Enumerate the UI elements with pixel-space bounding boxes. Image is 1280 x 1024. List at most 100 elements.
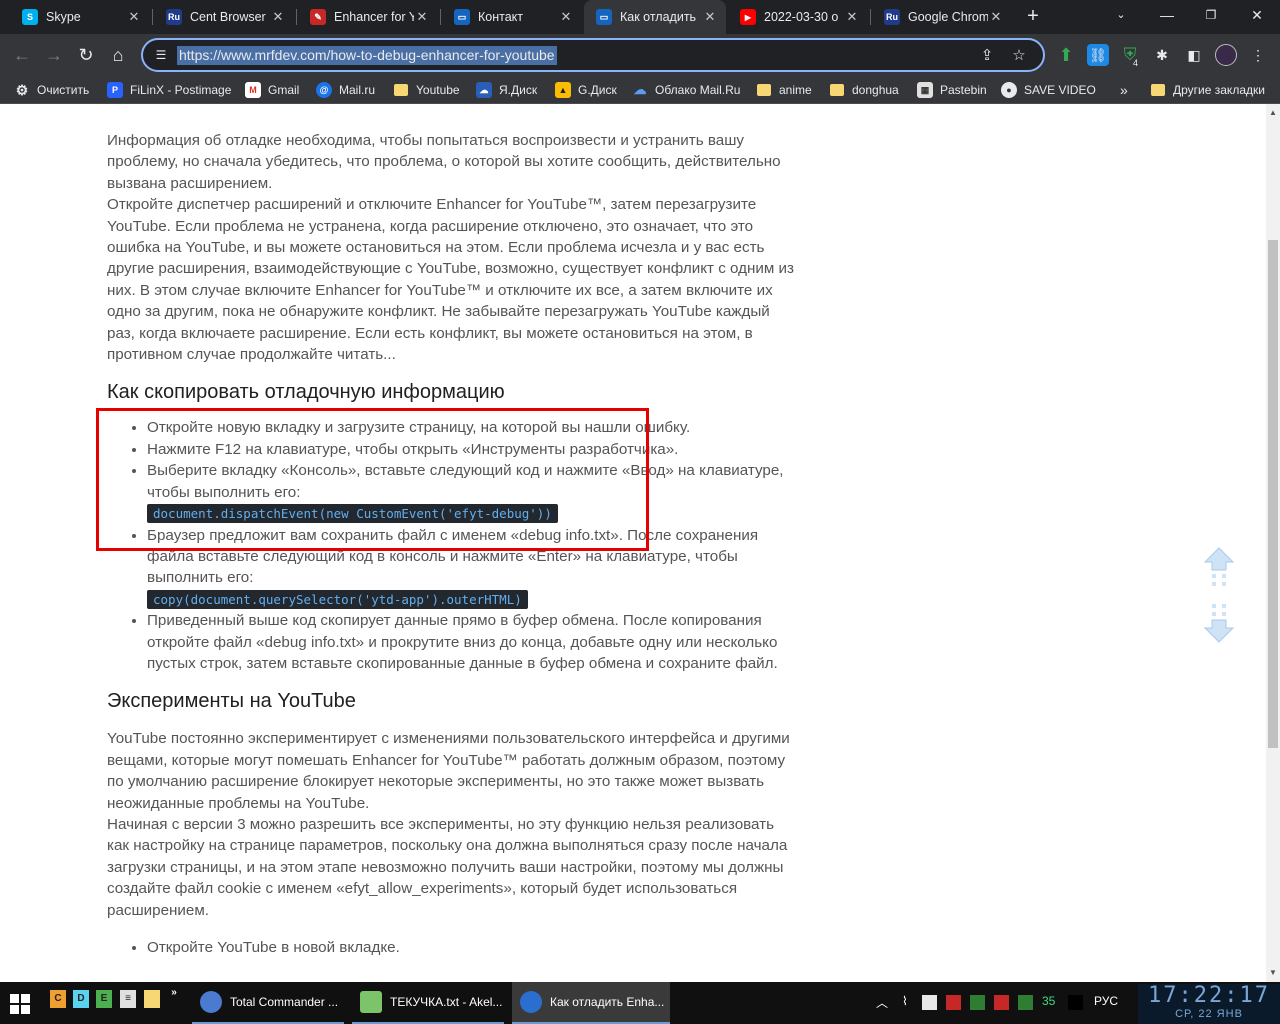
scroll-up-arrow-icon[interactable]: ▲ [1266,106,1280,120]
quick-launch-more-icon[interactable]: » [166,984,182,1002]
bookmark-donghua[interactable]: donghua [830,76,899,104]
bookmark-pastebin[interactable]: ▦ Pastebin [917,76,987,104]
paperclip-icon[interactable]: ⌇ [902,994,908,1008]
youtube-icon: ▶ [740,9,756,25]
language-indicator[interactable]: РУС [1094,994,1118,1008]
taskbar: C D E ≡ » Total Commander ... ТЕКУЧКА.tx… [0,982,1280,1024]
task-akelpad[interactable]: ТЕКУЧКА.txt - Akel... [352,982,504,1024]
close-icon[interactable]: ✕ [558,9,574,25]
browser-icon [520,991,542,1013]
drive-c-icon[interactable]: C [50,990,66,1008]
bookmark-mailru[interactable]: @ Mail.ru [316,76,375,104]
bookmark-gmail[interactable]: M Gmail [245,76,299,104]
bookmark-label: Очистить [37,83,90,97]
close-icon[interactable]: ✕ [270,9,286,25]
scrollbar-thumb[interactable] [1268,240,1278,748]
avatar[interactable] [1215,44,1237,66]
scroll-down-arrow-icon[interactable]: ▼ [1266,966,1280,980]
windows-start-icon[interactable] [10,994,30,1014]
bookmark-clear[interactable]: ⚙ Очистить [14,76,90,104]
tray-app-icon[interactable] [994,995,1009,1010]
paragraph: YouTube постоянно экспериментирует с изм… [107,730,790,812]
tray-app-icon[interactable] [946,995,961,1010]
tab-label: Как отладить [620,10,697,24]
close-icon[interactable]: ✕ [988,9,1004,25]
tab-skype[interactable]: S Skype ✕ [10,0,150,34]
close-icon[interactable]: ✕ [844,9,860,25]
total-commander-icon [200,991,222,1013]
tray-overflow-icon[interactable]: ︿ [876,994,888,1011]
back-button[interactable]: ← [10,43,34,67]
tab-search-icon[interactable]: ⌄ [1098,0,1144,30]
yadisk-icon: ☁ [476,82,492,98]
drive-e-icon[interactable]: E [96,990,112,1008]
ru-icon: Ru [884,9,900,25]
task-total-commander[interactable]: Total Commander ... [192,982,344,1024]
tab-google-chrome[interactable]: Ru Google Chrom ✕ [872,0,1012,34]
task-browser[interactable]: Как отладить Enha... [512,982,670,1024]
other-bookmarks[interactable]: Другие закладки [1151,76,1265,104]
tray-app-icon[interactable] [1018,995,1033,1010]
side-panel-icon[interactable]: ◧ [1183,44,1205,66]
site-info-icon[interactable]: ☰ [153,47,169,63]
enhancer-icon: ✎ [310,9,326,25]
link-extension-icon[interactable]: ⛓ [1087,44,1109,66]
tab-label: Cent Browser [190,10,266,24]
tab-active-debug[interactable]: ▭ Как отладить ✕ [584,0,726,34]
tray-app-icon[interactable] [922,995,937,1010]
home-button[interactable]: ⌂ [106,43,130,67]
arrow-up-extension-icon[interactable]: ⬆ [1055,44,1077,66]
close-icon[interactable]: ✕ [126,9,142,25]
bookmark-star-icon[interactable]: ☆ [1009,46,1029,66]
tray-app-icon[interactable] [970,995,985,1010]
globe-icon: ● [1001,82,1017,98]
tab-youtube-video[interactable]: ▶ 2022-03-30 o ✕ [728,0,868,34]
cloud-icon: ☁ [633,82,647,97]
close-window-button[interactable]: ✕ [1234,0,1280,30]
new-tab-button[interactable]: + [1022,6,1044,28]
bookmark-label: donghua [852,83,899,97]
tab-label: 2022-03-30 o [764,10,839,24]
tab-contact[interactable]: ▭ Контакт ✕ [442,0,582,34]
bookmark-gdrive[interactable]: ▲ G.Диск [555,76,617,104]
address-bar[interactable]: ☰ https://www.mrfdev.com/how-to-debug-en… [141,38,1045,72]
url-text[interactable]: https://www.mrfdev.com/how-to-debug-enha… [177,46,557,65]
tray-counter[interactable]: 35 [1042,994,1055,1008]
highlight-box [96,408,649,551]
bookmark-label: Pastebin [940,83,987,97]
akelpad-icon [360,991,382,1013]
bookmark-label: Другие закладки [1173,83,1265,97]
folder-icon[interactable] [144,990,160,1008]
tab-cent-browser[interactable]: Ru Cent Browser ✕ [154,0,294,34]
tab-separator [870,9,871,25]
bookmark-youtube-folder[interactable]: Youtube [394,76,460,104]
list-item: Приведенный выше код скопирует данные пр… [147,610,797,674]
tab-strip: S Skype ✕ Ru Cent Browser ✕ ✎ Enhancer f… [0,0,1280,34]
bookmarks-more-button[interactable]: » [1120,76,1128,104]
bookmark-save-video[interactable]: ● SAVE VIDEO [1001,76,1096,104]
menu-icon[interactable]: ⋮ [1247,44,1269,66]
tab-enhancer[interactable]: ✎ Enhancer for Y ✕ [298,0,438,34]
close-icon[interactable]: ✕ [702,9,718,25]
scroll-arrows-widget[interactable] [1202,546,1236,646]
close-icon[interactable]: ✕ [414,9,430,25]
tray-app-icon[interactable] [1068,995,1083,1010]
tab-separator [440,9,441,25]
drive-d-icon[interactable]: D [73,990,89,1008]
clock[interactable]: 17:22:17 СР, 22 ЯНВ [1138,984,1280,1024]
reload-button[interactable]: ↻ [74,43,98,67]
forward-button[interactable]: → [42,43,66,67]
folder-icon [757,84,771,96]
monitor-icon: ▭ [596,9,612,25]
share-icon[interactable]: ⇪ [977,46,997,66]
vertical-scrollbar[interactable]: ▲ ▼ [1266,104,1280,982]
bookmark-yadisk[interactable]: ☁ Я.Диск [476,76,537,104]
restore-button[interactable]: ❐ [1188,0,1234,30]
minimize-button[interactable]: — [1144,0,1190,30]
code-snippet[interactable]: copy(document.querySelector('ytd-app').o… [147,589,528,609]
bookmark-anime[interactable]: anime [757,76,812,104]
bookmark-cloud-mailru[interactable]: ☁ Облако Mail.Ru [632,76,741,104]
puzzle-extensions-icon[interactable]: ✱ [1151,44,1173,66]
bookmark-filinx[interactable]: P FiLinX - Postimage [107,76,231,104]
notepad-icon[interactable]: ≡ [120,990,136,1008]
